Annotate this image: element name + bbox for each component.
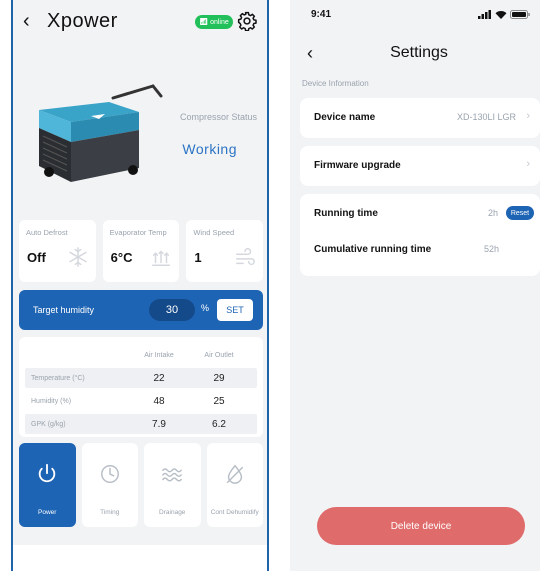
stat-value: Off	[27, 250, 46, 265]
target-humidity-bar: Target humidity 30 % SET	[19, 290, 263, 330]
page-title: Xpower	[47, 9, 118, 32]
settings-screen: 9:41 ‹ Settings Device Information Devic…	[290, 0, 540, 571]
power-icon	[39, 463, 56, 483]
header-cell: Air Outlet	[204, 351, 234, 359]
set-humidity-button[interactable]: SET	[217, 299, 253, 321]
row-label: Temperature (°C)	[31, 374, 85, 382]
drainage-button[interactable]: Drainage	[144, 443, 201, 527]
cumulative-time-label: Cumulative running time	[314, 244, 432, 255]
cumulative-time-row: Cumulative running time 52h	[300, 234, 540, 274]
stat-value: 6°C	[110, 250, 133, 265]
heat-icon	[152, 250, 171, 266]
control-buttons: Power Timing Drainage Cont Dehumidify	[19, 443, 263, 527]
header-cell: Air Intake	[144, 351, 174, 359]
status-time: 9:41	[311, 9, 332, 20]
cont-dehumidify-button[interactable]: Cont Dehumidify	[206, 443, 263, 527]
cumulative-time-value: 52h	[484, 244, 500, 254]
outlet-value: 6.2	[212, 418, 226, 430]
wind-speed-card: Wind Speed 1	[186, 220, 264, 282]
evaporator-temp-card: Evaporator Temp 6°C	[102, 220, 180, 282]
device-name-value: XD-130LI LGR	[456, 112, 516, 122]
firmware-upgrade-row[interactable]: Firmware upgrade ›	[300, 146, 540, 186]
no-drop-icon	[226, 464, 243, 484]
snowflake-icon	[68, 247, 87, 267]
gear-icon[interactable]	[237, 11, 257, 31]
chevron-right-icon: ›	[526, 158, 530, 170]
device-name-label: Device name	[314, 112, 376, 123]
reset-button[interactable]: Reset	[506, 206, 534, 220]
chevron-left-icon[interactable]: ‹	[23, 11, 41, 31]
stat-label: Evaporator Temp	[109, 228, 167, 237]
clock-icon	[100, 465, 119, 483]
table-row: Humidity (%) 48 25	[25, 391, 257, 411]
row-label: GPK (g/kg)	[31, 420, 66, 428]
stat-label: Auto Defrost	[26, 228, 68, 237]
dehumidifier-image	[39, 84, 163, 182]
target-humidity-input[interactable]: 30	[149, 299, 195, 321]
control-label: Power	[38, 509, 57, 516]
bottom-area	[13, 545, 267, 571]
compressor-status-label: Compressor Status	[179, 112, 257, 122]
outlet-value: 25	[213, 395, 225, 407]
waves-icon	[162, 468, 183, 482]
device-name-row[interactable]: Device name XD-130LI LGR ›	[300, 98, 540, 138]
row-label: Humidity (%)	[31, 397, 72, 405]
wifi-icon: 📶︎	[199, 19, 209, 26]
intake-value: 7.9	[152, 418, 166, 430]
device-overview: Compressor Status Working	[13, 72, 267, 212]
chevron-right-icon: ›	[526, 110, 530, 122]
air-readings-table: Air Intake Air Outlet Temperature (°C) 2…	[19, 337, 263, 437]
compressor-status-value: Working	[182, 141, 237, 157]
running-time-row: Running time 2h Reset	[300, 194, 540, 234]
control-label: Cont Dehumidify	[210, 509, 259, 516]
table-row: Temperature (°C) 22 29	[25, 368, 257, 388]
auto-defrost-card: Auto Defrost Off	[19, 220, 96, 282]
timing-button[interactable]: Timing	[81, 443, 138, 527]
firmware-upgrade-label: Firmware upgrade	[314, 160, 401, 171]
control-label: Drainage	[159, 509, 186, 516]
intake-value: 48	[153, 395, 165, 407]
status-icons	[478, 10, 530, 19]
humidity-unit: %	[201, 303, 210, 313]
power-button[interactable]: Power	[19, 443, 76, 527]
signal-icon	[478, 10, 491, 19]
target-humidity-label: Target humidity	[33, 305, 95, 315]
battery-icon	[510, 10, 530, 19]
status-cards: Auto Defrost Off Evaporator Temp 6°C Win…	[19, 220, 264, 282]
device-name-card[interactable]: Device name XD-130LI LGR ›	[300, 98, 540, 138]
stat-value: 1	[194, 250, 202, 265]
table-header: Air Intake Air Outlet	[25, 345, 257, 365]
running-time-card: Running time 2h Reset Cumulative running…	[300, 194, 540, 276]
intake-value: 22	[153, 372, 165, 384]
running-time-label: Running time	[314, 208, 378, 219]
table-row: GPK (g/kg) 7.9 6.2	[25, 414, 257, 434]
page-title: Settings	[390, 44, 448, 61]
status-bar: 9:41	[290, 0, 540, 26]
stat-label: Wind Speed	[193, 228, 235, 237]
wifi-icon	[495, 11, 507, 19]
online-label: online	[210, 18, 229, 26]
running-time-value: 2h	[487, 208, 498, 218]
settings-header: ‹ Settings	[290, 40, 540, 70]
control-label: Timing	[100, 509, 120, 516]
firmware-card[interactable]: Firmware upgrade ›	[300, 146, 540, 186]
dehumidifier-control-screen: ‹ Xpower 📶︎ online Compressor Status Wor…	[11, 0, 269, 571]
online-status-badge: 📶︎ online	[195, 15, 233, 29]
section-label: Device Information	[302, 79, 369, 88]
delete-device-button[interactable]: Delete device	[317, 507, 525, 545]
wind-icon	[236, 248, 255, 266]
outlet-value: 29	[213, 372, 225, 384]
